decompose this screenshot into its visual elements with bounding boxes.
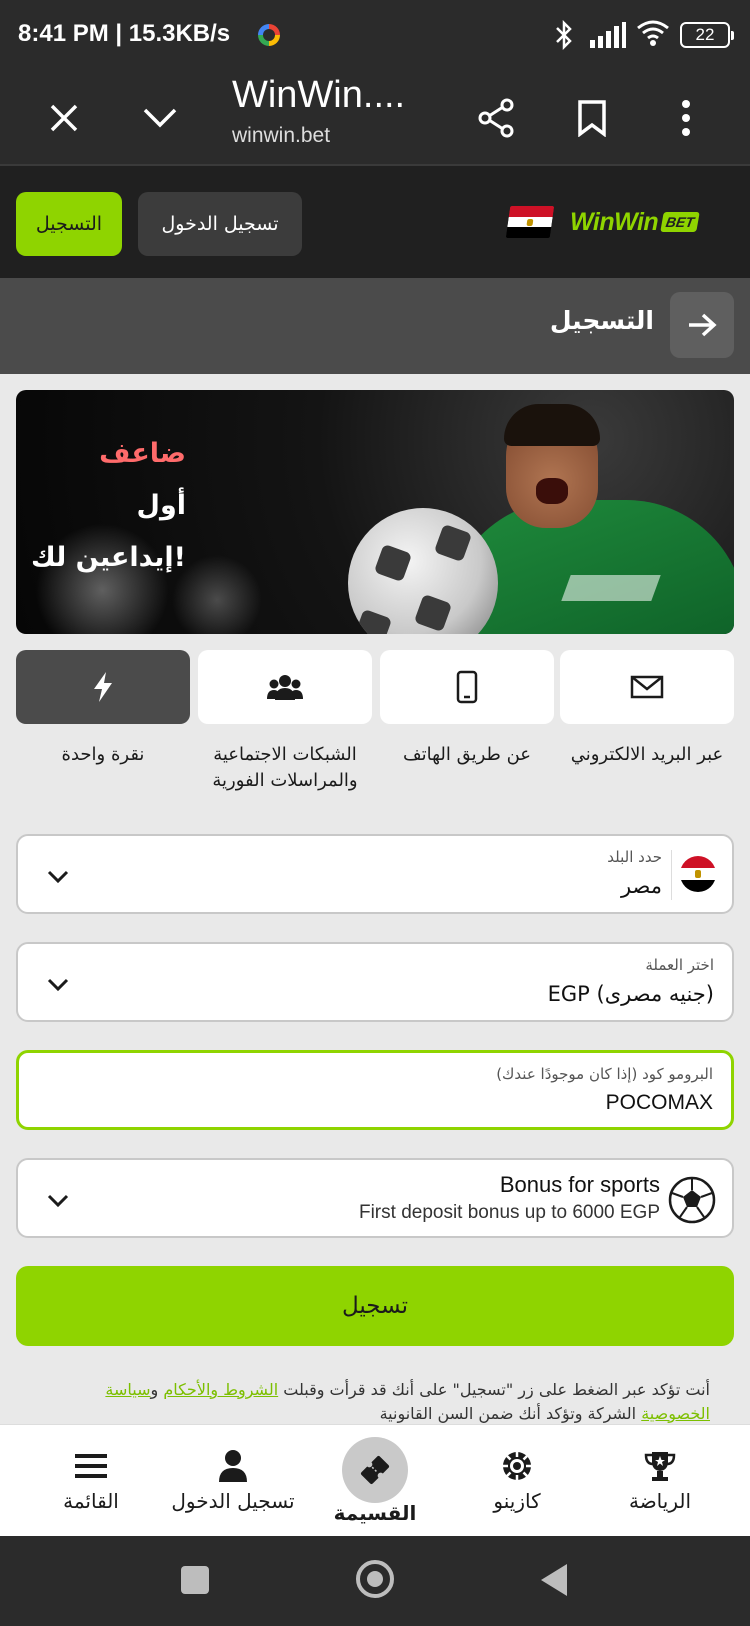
nav-casino-label: كازينو xyxy=(493,1489,541,1513)
status-time: 8:41 PM | 15.3KB/s xyxy=(18,20,231,47)
method-tab-email[interactable] xyxy=(560,650,734,724)
nav-menu-label: القائمة xyxy=(63,1489,119,1513)
bottom-nav: الرياضة كازينو القسيمة تسجيل الدخول القا… xyxy=(0,1424,750,1536)
nav-coupon[interactable]: القسيمة xyxy=(300,1425,450,1537)
user-icon xyxy=(214,1447,252,1485)
site-header: التسجيل تسجيل الدخول WinWin BET xyxy=(0,166,750,278)
back-icon[interactable] xyxy=(541,1564,567,1596)
terms-text-end: الشركة وتؤكد أنك ضمن السن القانونية xyxy=(379,1404,642,1423)
bonus-subtitle: First deposit bonus up to 6000 EGP xyxy=(358,1202,660,1223)
lightning-icon xyxy=(94,672,112,702)
submit-register-button[interactable]: تسجيل xyxy=(16,1266,734,1346)
signal-icon xyxy=(590,22,626,48)
close-icon[interactable] xyxy=(36,90,92,146)
share-icon[interactable] xyxy=(468,90,524,146)
register-button[interactable]: التسجيل xyxy=(16,192,122,256)
method-tab-one-click[interactable] xyxy=(16,650,190,724)
system-nav-bar xyxy=(0,1536,750,1626)
page-title-bar: التسجيل xyxy=(0,278,750,374)
menu-icon xyxy=(72,1447,110,1485)
banner-line-1: ضاعف xyxy=(99,438,186,469)
home-icon[interactable] xyxy=(356,1560,394,1598)
currency-select[interactable]: اختر العملة EGP (جنيه مصرى) xyxy=(16,942,734,1022)
country-label: حدد البلد xyxy=(607,848,662,866)
recents-icon[interactable] xyxy=(181,1566,209,1594)
trophy-icon xyxy=(641,1447,679,1485)
banner-line-2: أول xyxy=(136,490,186,521)
terms-and: و xyxy=(150,1380,164,1399)
more-vert-icon[interactable] xyxy=(658,90,714,146)
phone-icon xyxy=(456,670,478,704)
casino-chip-icon xyxy=(498,1447,536,1485)
method-label-one-click: نقرة واحدة xyxy=(61,744,145,765)
method-label-email: عبر البريد الالكتروني xyxy=(570,744,724,765)
promo-code-field[interactable]: البرومو كود (إذا كان موجودًا عندك) POCOM… xyxy=(16,1050,734,1130)
browser-url[interactable]: winwin.bet xyxy=(232,124,330,148)
chevron-down-icon[interactable] xyxy=(132,90,188,146)
nav-login-label: تسجيل الدخول xyxy=(171,1489,295,1513)
envelope-icon xyxy=(630,675,664,699)
chevron-down-icon xyxy=(47,978,69,992)
site-logo[interactable]: WinWin BET xyxy=(570,206,718,238)
nav-login[interactable]: تسجيل الدخول xyxy=(158,1425,308,1537)
currency-label: اختر العملة xyxy=(645,956,714,974)
login-button[interactable]: تسجيل الدخول xyxy=(138,192,302,256)
nav-casino[interactable]: كازينو xyxy=(442,1425,592,1537)
banner-line-3: إيداعين لك! xyxy=(30,542,186,573)
player-mouth xyxy=(536,478,568,504)
player-hair xyxy=(504,404,600,446)
bonus-select[interactable]: Bonus for sports First deposit bonus up … xyxy=(16,1158,734,1238)
logo-text: WinWin xyxy=(570,207,659,236)
chevron-down-icon xyxy=(47,870,69,884)
bonus-title: Bonus for sports xyxy=(499,1172,660,1197)
terms-text: أنت تؤكد عبر الضغط على زر "تسجيل" على أن… xyxy=(278,1380,710,1399)
battery-icon: 22 xyxy=(680,22,734,48)
nav-sports[interactable]: الرياضة xyxy=(585,1425,735,1537)
currency-value: EGP (جنيه مصرى) xyxy=(547,982,714,1006)
egypt-flag-icon xyxy=(680,856,716,892)
method-label-phone: عن طريق الهاتف xyxy=(402,744,532,765)
ticket-icon xyxy=(342,1437,408,1503)
status-bar: 8:41 PM | 15.3KB/s 22 xyxy=(0,0,750,72)
bookmark-icon[interactable] xyxy=(564,90,620,146)
promo-label: البرومو كود (إذا كان موجودًا عندك) xyxy=(496,1065,713,1083)
back-button[interactable] xyxy=(670,292,734,358)
chevron-down-icon xyxy=(47,1194,69,1208)
method-tab-phone[interactable] xyxy=(380,650,554,724)
promo-banner[interactable]: ضاعف أول إيداعين لك! xyxy=(16,390,734,634)
divider xyxy=(671,850,672,900)
nav-sports-label: الرياضة xyxy=(628,1489,692,1513)
arrow-right-icon xyxy=(689,313,717,337)
country-value: مصر xyxy=(620,874,662,898)
soccer-ball-icon xyxy=(668,1176,716,1224)
page-title: التسجيل xyxy=(549,306,654,335)
promo-value[interactable]: POCOMAX xyxy=(606,1091,713,1115)
country-select[interactable]: حدد البلد مصر xyxy=(16,834,734,914)
terms-notice: أنت تؤكد عبر الضغط على زر "تسجيل" على أن… xyxy=(40,1378,710,1424)
google-icon xyxy=(258,24,280,46)
bluetooth-icon xyxy=(556,20,572,50)
method-tab-social[interactable] xyxy=(198,650,372,724)
nav-menu[interactable]: القائمة xyxy=(16,1425,166,1537)
method-label-social: الشبكات الاجتماعية والمراسلات الفورية xyxy=(212,744,358,791)
terms-link[interactable]: الشروط والأحكام xyxy=(163,1380,278,1399)
browser-page-title: WinWin.... xyxy=(232,74,406,116)
logo-badge: BET xyxy=(660,212,700,232)
egypt-flag-icon[interactable] xyxy=(505,206,555,238)
browser-toolbar: WinWin.... winwin.bet xyxy=(0,72,750,166)
wifi-icon xyxy=(637,20,669,46)
people-icon xyxy=(267,675,303,700)
